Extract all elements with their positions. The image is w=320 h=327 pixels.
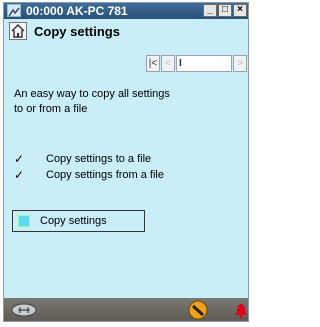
checkmark-icon: ✓ bbox=[14, 152, 25, 166]
description-line-2: to or from a file bbox=[14, 103, 88, 115]
window-title: 00:000 AK-PC 781 bbox=[26, 4, 128, 18]
network-icon bbox=[7, 4, 21, 17]
menu-item-copy-to-file[interactable]: ✓ Copy settings to a file bbox=[14, 152, 224, 167]
alarm-bell-icon[interactable] bbox=[234, 302, 248, 318]
bottom-toolbar bbox=[4, 298, 248, 321]
title-bar: 00:000 AK-PC 781 _ □ × bbox=[4, 3, 248, 19]
copy-settings-button[interactable]: Copy settings bbox=[12, 210, 145, 232]
description-line-1: An easy way to copy all settings bbox=[14, 88, 170, 100]
home-icon[interactable] bbox=[9, 22, 27, 40]
status-swatch bbox=[18, 215, 30, 227]
menu-item-label: Copy settings from a file bbox=[46, 169, 164, 181]
tool-icon[interactable] bbox=[187, 300, 209, 320]
next-page-button[interactable]: > bbox=[233, 55, 247, 72]
copy-settings-label: Copy settings bbox=[40, 215, 107, 227]
page-title: Copy settings bbox=[34, 24, 120, 39]
page-header: Copy settings bbox=[4, 19, 248, 47]
checkmark-icon: ✓ bbox=[14, 168, 25, 182]
app-window: 00:000 AK-PC 781 _ □ × Copy settings |< … bbox=[3, 2, 249, 322]
menu-item-copy-from-file[interactable]: ✓ Copy settings from a file bbox=[14, 168, 224, 183]
minimize-button[interactable]: _ bbox=[203, 4, 217, 17]
page-navigation: |< < I > bbox=[143, 55, 247, 73]
previous-page-button[interactable]: < bbox=[161, 55, 175, 72]
first-page-button[interactable]: |< bbox=[146, 55, 160, 72]
current-page-indicator: I bbox=[176, 55, 232, 72]
maximize-button[interactable]: □ bbox=[218, 4, 232, 17]
close-button[interactable]: × bbox=[233, 4, 247, 17]
gripper-icon[interactable] bbox=[10, 302, 38, 318]
menu-item-label: Copy settings to a file bbox=[46, 153, 152, 165]
